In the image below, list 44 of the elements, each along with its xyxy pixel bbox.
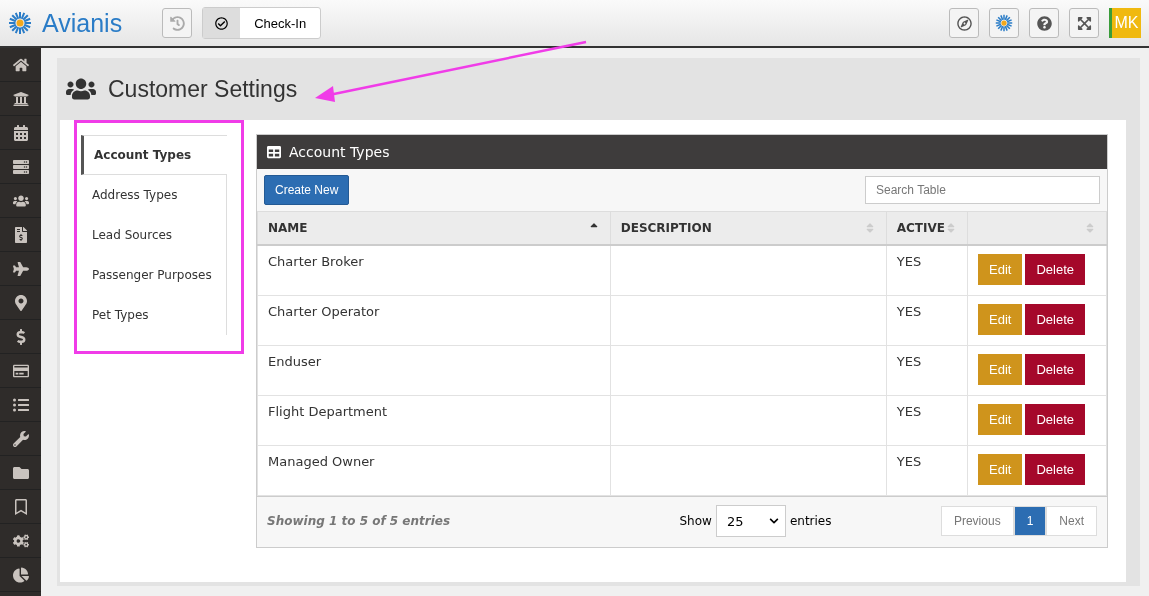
panel-title: Account Types: [289, 144, 390, 160]
settings-tab[interactable]: Account Types: [81, 135, 227, 175]
sun-logo-icon: [995, 14, 1013, 32]
column-header[interactable]: DESCRIPTION: [610, 211, 887, 245]
table-cell: YES: [886, 345, 968, 396]
table-cell: Charter Broker: [257, 245, 611, 296]
delete-button[interactable]: Delete: [1025, 304, 1085, 335]
compass-button[interactable]: [949, 8, 979, 38]
show-label: Show: [679, 514, 712, 528]
table-icon: [267, 145, 281, 159]
next-button[interactable]: Next: [1046, 506, 1097, 536]
table-cell: Flight Department: [257, 395, 611, 446]
delete-button[interactable]: Delete: [1025, 404, 1085, 435]
previous-button[interactable]: Previous: [940, 506, 1014, 536]
history-icon: [169, 15, 185, 31]
check-in-button[interactable]: Check-In: [202, 7, 322, 39]
page-button[interactable]: 1: [1013, 506, 1047, 536]
fullscreen-icon: [1076, 15, 1092, 31]
help-icon: [1036, 15, 1052, 31]
compass-icon: [956, 15, 972, 31]
sun-logo-button[interactable]: [989, 8, 1019, 38]
column-header[interactable]: NAME: [257, 211, 611, 245]
table-cell: YES: [886, 395, 968, 446]
search-field[interactable]: Search Table: [865, 176, 1100, 204]
table-cell: Enduser: [257, 345, 611, 396]
entries-label: entries: [789, 514, 832, 528]
logo-text: Avianis: [42, 8, 123, 38]
entries-info: Showing 1 to 5 of 5 entries: [267, 514, 451, 528]
table-cell: YES: [886, 245, 968, 296]
fullscreen-button[interactable]: [1069, 8, 1099, 38]
help-button[interactable]: [1029, 8, 1059, 38]
table-cell: YES: [886, 295, 968, 346]
logo-icon: [8, 11, 32, 35]
table-cell: Charter Operator: [257, 295, 611, 346]
delete-button[interactable]: Delete: [1025, 354, 1085, 385]
page-size-select[interactable]: 25: [715, 505, 786, 537]
chevron-down-icon: [768, 516, 779, 526]
table-cell: YES: [886, 445, 968, 496]
column-header[interactable]: ACTIVE: [886, 211, 968, 245]
delete-button[interactable]: Delete: [1025, 454, 1085, 485]
page-title: Customer Settings: [108, 75, 298, 103]
create-new-button[interactable]: Create New: [264, 175, 350, 205]
delete-button[interactable]: Delete: [1025, 254, 1085, 285]
table-cell: Managed Owner: [257, 445, 611, 496]
